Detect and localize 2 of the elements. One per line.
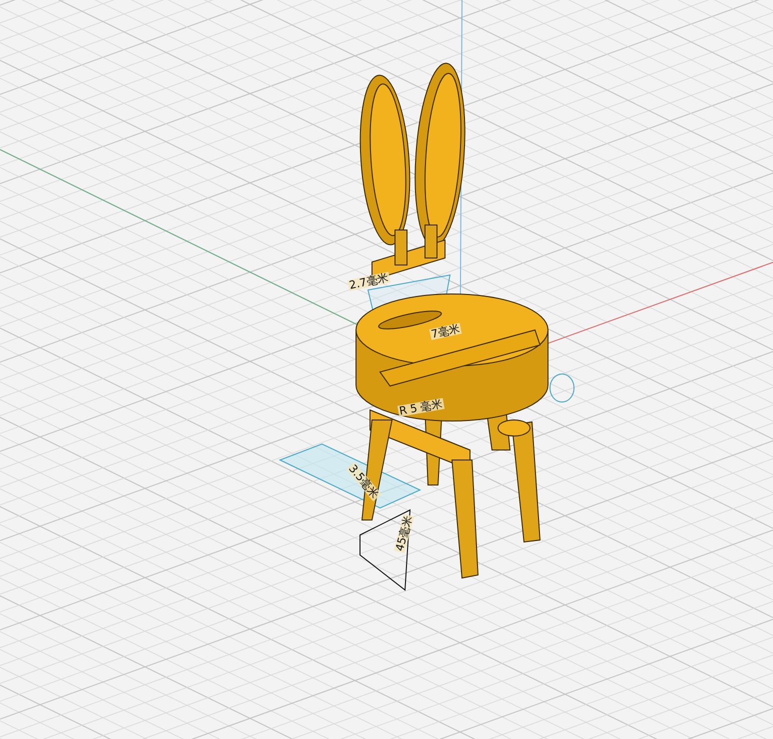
dimension-label: 2.7毫米 (347, 272, 390, 292)
dimension-label: 45毫米 (394, 514, 414, 554)
